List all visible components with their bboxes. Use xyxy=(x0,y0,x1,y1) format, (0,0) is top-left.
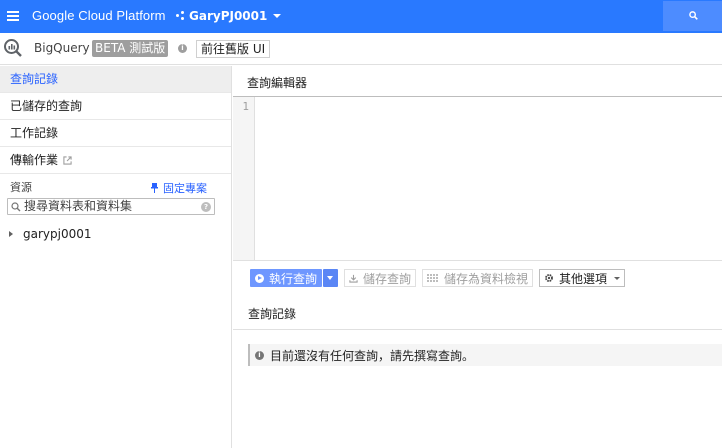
sidebar-item-label: 工作記錄 xyxy=(10,126,59,140)
chevron-down-icon xyxy=(614,276,621,280)
bigquery-logo-icon xyxy=(4,39,22,57)
query-editor[interactable] xyxy=(255,97,722,260)
sidebar-item-label: 已儲存的查詢 xyxy=(10,99,83,113)
search-button[interactable] xyxy=(663,1,722,31)
info-icon: i xyxy=(255,350,264,360)
resources-header: 資源 固定專案 xyxy=(0,176,231,196)
tree-item-label: garypj0001 xyxy=(23,227,92,241)
save-view-button[interactable]: 儲存為資料檢視 xyxy=(422,269,534,287)
resources-label: 資源 xyxy=(10,181,32,194)
empty-history-notice: i 目前還沒有任何查詢，請先撰寫查詢。 xyxy=(248,344,722,366)
chevron-down-icon xyxy=(273,14,282,18)
search-icon xyxy=(689,11,698,20)
gcp-title[interactable]: Google Cloud Platform xyxy=(32,8,166,23)
save-query-label: 儲存查詢 xyxy=(363,271,412,286)
line-number: 1 xyxy=(242,100,249,113)
query-history-title: 查詢記錄 xyxy=(248,307,297,321)
expand-arrow-icon[interactable] xyxy=(9,231,13,237)
external-link-icon xyxy=(63,155,72,165)
run-options-dropdown[interactable] xyxy=(323,269,339,287)
table-grid-icon xyxy=(427,273,439,282)
sidebar-item-saved-queries[interactable]: 已儲存的查詢 xyxy=(0,93,231,120)
classic-ui-button[interactable]: 前往舊版 UI xyxy=(196,40,271,58)
more-options-button[interactable]: 其他選項 xyxy=(539,269,626,287)
query-editor-title: 查詢編輯器 xyxy=(247,76,308,90)
sidebar-item-label: 查詢記錄 xyxy=(10,72,59,86)
sidebar: 查詢記錄 已儲存的查詢 工作記錄 傳輸作業 資源 固定專案 xyxy=(0,66,232,448)
play-icon xyxy=(255,273,264,283)
save-query-button[interactable]: 儲存查詢 xyxy=(344,269,417,287)
project-name: GaryPJ0001 xyxy=(189,9,268,23)
line-number-gutter: 1 xyxy=(233,97,255,260)
project-nodes-icon xyxy=(176,11,185,21)
pin-project-label: 固定專案 xyxy=(163,182,207,195)
product-name: BigQuery xyxy=(34,41,90,55)
save-view-label: 儲存為資料檢視 xyxy=(444,271,529,286)
tree-item-project[interactable]: garypj0001 xyxy=(9,227,92,241)
query-editor-header: 查詢編輯器 xyxy=(233,66,722,97)
beta-badge: BETA 測試版 xyxy=(92,40,169,57)
info-icon[interactable]: i xyxy=(178,44,187,53)
sidebar-item-job-history[interactable]: 工作記錄 xyxy=(0,120,231,147)
run-query-button[interactable]: 執行查詢 xyxy=(250,269,323,287)
search-icon xyxy=(11,202,21,212)
pin-project-button[interactable]: 固定專案 xyxy=(151,180,207,196)
run-query-label: 執行查詢 xyxy=(269,271,318,286)
sidebar-item-query-history[interactable]: 查詢記錄 xyxy=(0,66,231,93)
product-bar: BigQuery BETA 測試版 i 前往舊版 UI xyxy=(0,33,722,65)
sidebar-item-label: 傳輸作業 xyxy=(10,153,59,167)
resource-search-input[interactable]: 搜尋資料表和資料集 ? xyxy=(7,198,215,215)
sidebar-item-transfers[interactable]: 傳輸作業 xyxy=(0,147,231,174)
more-options-label: 其他選項 xyxy=(559,271,608,286)
project-selector[interactable]: GaryPJ0001 xyxy=(176,9,282,23)
editor-toolbar: 執行查詢 儲存查詢 儲存為資料檢視 其他選項 xyxy=(250,269,626,287)
gear-icon xyxy=(545,274,553,282)
help-icon[interactable]: ? xyxy=(201,202,211,212)
top-bar: Google Cloud Platform GaryPJ0001 xyxy=(0,0,722,33)
editor-divider xyxy=(233,260,722,261)
pin-icon xyxy=(151,183,158,193)
search-placeholder: 搜尋資料表和資料集 xyxy=(24,199,133,213)
empty-history-message: 目前還沒有任何查詢，請先撰寫查詢。 xyxy=(270,348,475,363)
hamburger-menu-icon[interactable] xyxy=(7,11,19,21)
query-history-header: 查詢記錄 xyxy=(233,300,722,330)
download-icon xyxy=(349,274,358,283)
